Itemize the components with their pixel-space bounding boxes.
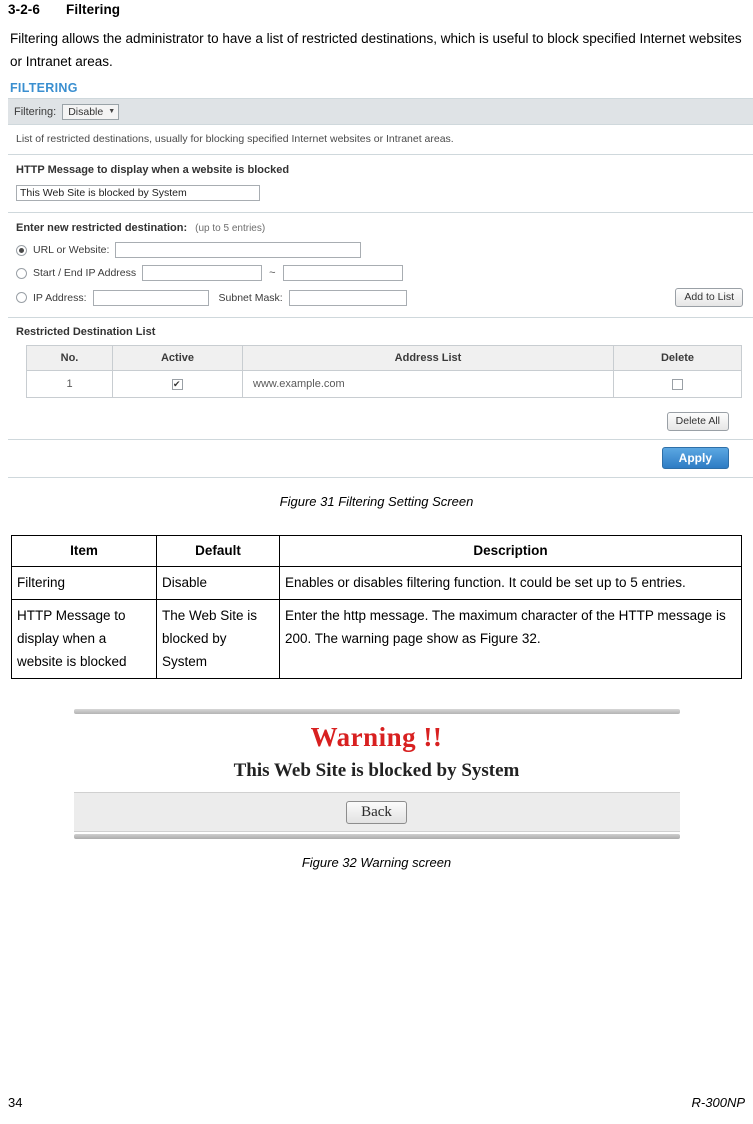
filtering-select[interactable]: Disable ▼ — [62, 103, 120, 120]
item-name: Filtering — [11, 566, 157, 600]
figure-31-caption: Figure 31 Filtering Setting Screen — [279, 494, 474, 509]
figure-32-caption: Figure 32 Warning screen — [301, 855, 452, 870]
document-page: 3-2-6 Filtering Filtering allows the admi… — [0, 0, 753, 1124]
option-startend-label: Start / End IP Address — [33, 267, 137, 279]
apply-row: Apply — [8, 440, 753, 477]
row-address: www.example.com — [242, 370, 614, 398]
start-ip-input[interactable] — [142, 265, 263, 281]
model-name: R-300NP — [691, 1095, 745, 1110]
filtering-select-value: Disable — [68, 105, 104, 118]
page-footer: 34 R-300NP — [8, 1095, 745, 1110]
url-or-website-input[interactable] — [115, 242, 362, 258]
table-row: 1 www.example.com — [26, 370, 742, 398]
warning-button-bar: Back — [73, 792, 680, 832]
enter-new-destination-block: Enter new restricted destination: (up to … — [8, 213, 753, 318]
active-checkbox[interactable] — [172, 378, 183, 390]
col-no: No. — [26, 345, 113, 371]
http-message-input[interactable]: This Web Site is blocked by System — [16, 184, 260, 201]
radio-url-or-website[interactable] — [16, 244, 27, 256]
items-header-row: Item Default Description — [11, 535, 742, 567]
add-to-list-wrap: Add to List — [675, 288, 743, 307]
option-ip-label: IP Address: — [33, 291, 87, 304]
range-separator: ~ — [269, 267, 276, 279]
col-delete: Delete — [613, 345, 742, 371]
item-default: Disable — [156, 566, 280, 600]
back-button[interactable]: Back — [346, 800, 407, 824]
apply-button[interactable]: Apply — [661, 447, 729, 469]
chevron-down-icon: ▼ — [108, 108, 116, 115]
warning-screenshot: Warning !! This Web Site is blocked by S… — [73, 709, 680, 839]
section-number: 3-2-6 — [8, 2, 41, 17]
enter-new-destination-hint: (up to 5 entries) — [195, 223, 266, 234]
item-name: HTTP Message to display when a website i… — [11, 599, 157, 679]
restricted-destination-title: Restricted Destination List — [16, 326, 156, 338]
radio-ip-address[interactable] — [16, 292, 27, 303]
col-address-list: Address List — [242, 345, 614, 371]
table-header-row: No. Active Address List Delete — [26, 345, 742, 371]
enter-new-destination-title: Enter new restricted destination: (up to … — [16, 222, 753, 234]
items-col-default: Default — [156, 535, 280, 567]
filtering-toolbar: Filtering: Disable ▼ — [8, 98, 753, 125]
items-row: HTTP Message to display when a website i… — [11, 599, 742, 679]
row-delete — [613, 370, 742, 398]
item-description: Enter the http message. The maximum char… — [279, 599, 742, 679]
item-description: Enables or disables filtering function. … — [279, 566, 742, 600]
warning-subtitle: This Web Site is blocked by System — [233, 760, 520, 781]
option-ip-row: IP Address: Subnet Mask: Add to List — [16, 288, 753, 307]
enter-new-destination-label: Enter new restricted destination: — [16, 222, 188, 234]
subnet-mask-label: Subnet Mask: — [218, 291, 283, 304]
page-number: 34 — [8, 1095, 23, 1110]
delete-all-button[interactable]: Delete All — [666, 412, 729, 431]
items-col-description: Description — [279, 535, 742, 567]
row-active — [112, 370, 243, 398]
option-url-label: URL or Website: — [33, 244, 110, 256]
warning-bottom-divider — [73, 834, 680, 839]
restricted-destination-block: Restricted Destination List No. Active A… — [8, 318, 753, 404]
restricted-destination-table: No. Active Address List Delete 1 www.exa… — [26, 345, 742, 398]
filtering-screenshot: FILTERING Filtering: Disable ▼ List of r… — [8, 79, 753, 478]
end-ip-input[interactable] — [282, 265, 403, 281]
http-message-block: HTTP Message to display when a website i… — [8, 155, 753, 213]
ip-address-input[interactable] — [92, 289, 209, 306]
page-title: 3-2-6 Filtering — [8, 0, 745, 17]
radio-start-end-ip[interactable] — [16, 267, 27, 279]
items-col-item: Item — [11, 535, 157, 567]
delete-checkbox[interactable] — [672, 378, 683, 390]
warning-title: Warning !! — [310, 722, 443, 752]
option-startend-row: Start / End IP Address ~ — [16, 265, 753, 281]
add-to-list-button[interactable]: Add to List — [675, 288, 743, 307]
items-row: Filtering Disable Enables or disables fi… — [11, 566, 742, 600]
filtering-label: Filtering: — [14, 105, 57, 118]
item-description-table: Item Default Description Filtering Disab… — [11, 535, 742, 679]
http-message-title: HTTP Message to display when a website i… — [16, 164, 290, 176]
warning-top-divider — [73, 709, 680, 714]
row-no: 1 — [26, 370, 113, 398]
delete-all-row: Delete All — [8, 404, 753, 440]
section-title: Filtering — [66, 2, 121, 17]
subnet-mask-input[interactable] — [288, 289, 407, 306]
panel-description: List of restricted destinations, usually… — [8, 125, 753, 155]
intro-paragraph: Filtering allows the administrator to ha… — [10, 31, 742, 69]
col-active: Active — [112, 345, 243, 371]
item-default: The Web Site is blocked by System — [156, 599, 280, 679]
panel-title: FILTERING — [10, 81, 78, 95]
option-url-row: URL or Website: — [16, 242, 753, 258]
